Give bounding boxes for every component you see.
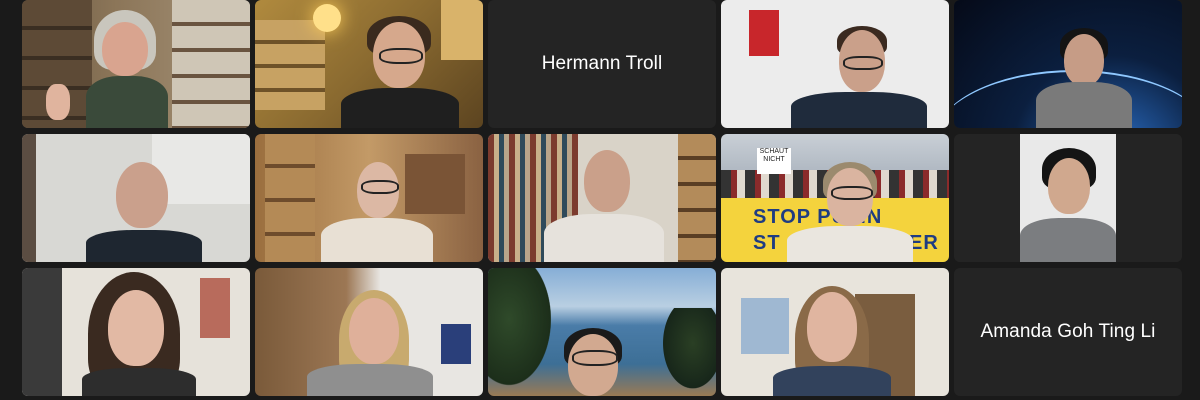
participant-video-tile[interactable] [22,0,250,128]
participant-video-tile[interactable] [954,0,1182,128]
banner-text-line2: ST [753,232,781,254]
poster [749,10,779,56]
participant-name-tile[interactable]: Amanda Goh Ting Li [954,268,1182,396]
wall-painting [441,324,471,364]
participant-video-tile[interactable] [721,0,949,128]
participant-name-tile[interactable]: Hermann Troll [488,0,716,128]
wall-map [741,298,789,354]
participant-video-tile[interactable] [22,134,250,262]
participant-video-tile[interactable] [488,134,716,262]
banner-text-line2-end: ER [909,232,939,254]
participant-name: Hermann Troll [541,53,663,74]
protest-sign: SCHAUT NICHT [757,148,791,174]
participant-video-tile[interactable] [255,0,483,128]
participant-video-tile[interactable] [488,268,716,396]
participant-name: Amanda Goh Ting Li [980,321,1156,342]
participant-video-tile[interactable] [22,268,250,396]
participant-video-tile[interactable] [954,134,1182,262]
participant-video-tile[interactable] [255,268,483,396]
video-gallery: Hermann Troll SCHAUT NICHT STOP PUTIN ST… [0,0,1200,400]
lamp [313,4,341,32]
participant-video-tile[interactable] [721,268,949,396]
participant-video-tile[interactable]: SCHAUT NICHT STOP PUTIN ST ER [721,134,949,262]
participant-video-tile[interactable] [255,134,483,262]
